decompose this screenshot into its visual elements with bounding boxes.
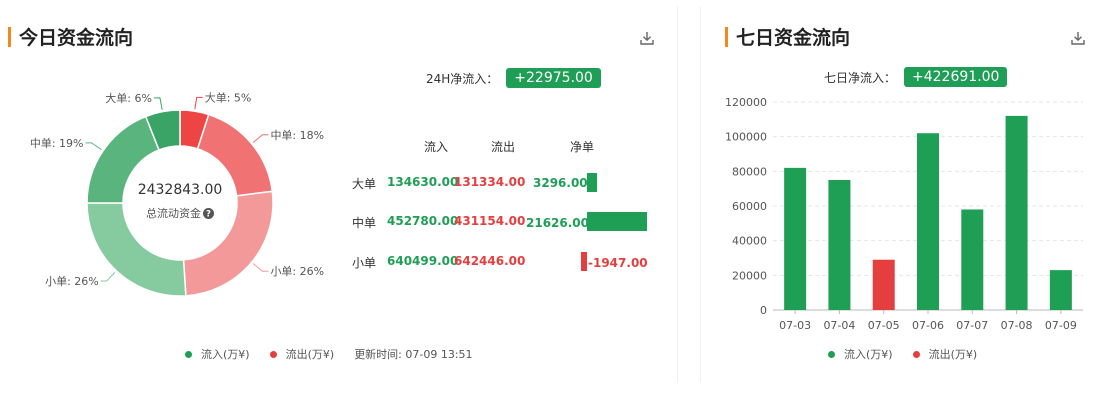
donut-slice-label: 大单: 6%	[105, 91, 152, 105]
x-tick-label: 07-04	[823, 319, 855, 332]
x-tick-label: 07-07	[956, 319, 988, 332]
legend-inflow-label: 流入(万¥)	[844, 348, 893, 361]
title-accent-bar	[8, 26, 11, 47]
donut-label-line	[252, 263, 269, 272]
legend-inflow-dot	[828, 350, 835, 358]
small-inflow: 640499.00	[387, 254, 459, 268]
x-tick-label: 07-05	[868, 319, 900, 332]
net-bar[interactable]	[587, 212, 647, 231]
net-inflow-24h: 24H净流入： +22975.00	[426, 68, 601, 88]
donut-label-line	[153, 97, 163, 110]
col-header-out: 流出	[491, 140, 516, 154]
net-bars-chart	[581, 173, 647, 271]
panel-divider	[700, 6, 701, 382]
row-label-large: 大单	[352, 177, 377, 191]
donut-slice-label: 中单: 18%	[270, 129, 324, 142]
legend-inflow-dot	[185, 350, 192, 358]
x-tick-label: 07-08	[1001, 319, 1033, 332]
legend-inflow-label: 流入(万¥)	[201, 348, 250, 361]
net-inflow-badge: +422691.00	[904, 67, 1008, 87]
svg-text:?: ?	[206, 209, 211, 218]
donut-caption-wrap: 总流动资金 ?	[120, 205, 240, 221]
donut-label-line	[85, 142, 102, 151]
day-bar[interactable]	[1049, 270, 1072, 310]
download-icon[interactable]	[639, 30, 655, 46]
question-circle-icon[interactable]: ?	[203, 207, 214, 219]
row-label-medium: 中单	[352, 216, 377, 230]
panel-title: 七日资金流向	[725, 23, 850, 50]
large-inflow: 134630.00	[387, 175, 459, 189]
medium-inflow: 452780.00	[387, 214, 459, 228]
day-bar[interactable]	[961, 209, 984, 310]
legend-inflow[interactable]: 流入(万¥)	[828, 346, 893, 362]
seven-day-bar-chart: 0 20000 40000 60000 80000 100000 120000 07-03 07…	[725, 96, 1083, 332]
y-tick-label: 60000	[732, 200, 767, 213]
net-inflow-7d: 七日净流入： +422691.00	[824, 67, 1008, 87]
donut-label-line	[252, 134, 269, 143]
donut-slice-label: 小单: 26%	[270, 265, 324, 278]
title-accent-bar	[725, 26, 728, 47]
donut-label-line	[100, 271, 116, 282]
net-bar[interactable]	[587, 173, 597, 192]
download-icon[interactable]	[1070, 30, 1086, 46]
y-tick-label: 80000	[732, 165, 767, 178]
legend-outflow-label: 流出(万¥)	[928, 348, 978, 361]
y-tick-label: 0	[760, 304, 767, 317]
seven-day-flow-title: 七日资金流向	[736, 27, 851, 49]
today-flow-panel: 今日资金流向 24H净流入： +22975.00 大单: 5% 中单: 18% 小单…	[0, 0, 680, 419]
left-legend: 流入(万¥) 流出(万¥) 更新时间: 07-09 13:51	[185, 346, 473, 362]
donut-slice-label: 小单: 26%	[45, 275, 99, 288]
legend-outflow-dot	[912, 350, 920, 358]
net-bar[interactable]	[581, 252, 587, 271]
medium-outflow: 431154.00	[454, 214, 526, 228]
day-bar[interactable]	[784, 167, 807, 310]
donut-label-line	[194, 96, 203, 110]
donut-slice-label: 中单: 19%	[30, 137, 84, 150]
y-tick-label: 40000	[732, 235, 767, 248]
legend-outflow-label: 流出(万¥)	[285, 348, 335, 361]
update-time: 更新时间: 07-09 13:51	[354, 348, 473, 361]
day-bar[interactable]	[917, 133, 939, 310]
row-label-small: 小单	[352, 256, 377, 270]
legend-inflow[interactable]: 流入(万¥)	[185, 346, 250, 362]
donut-caption: 总流动资金	[146, 207, 201, 220]
day-bar[interactable]	[828, 180, 851, 310]
seven-day-flow-panel: 七日资金流向 七日净流入： +422691.00 0 20000 40000 6000…	[703, 0, 1105, 419]
x-tick-label: 07-09	[1045, 319, 1077, 332]
legend-outflow[interactable]: 流出(万¥)	[269, 346, 335, 362]
net-inflow-label: 七日净流入：	[824, 70, 897, 85]
net-inflow-badge: +22975.00	[506, 68, 601, 88]
y-tick-label: 100000	[725, 131, 767, 144]
y-tick-label: 20000	[732, 269, 767, 282]
donut-slice-label: 大单: 5%	[205, 90, 252, 104]
net-inflow-label: 24H净流入：	[426, 71, 499, 86]
col-header-in: 流入	[424, 140, 449, 154]
legend-outflow[interactable]: 流出(万¥)	[912, 346, 978, 362]
donut-total: 2432843.00	[137, 182, 223, 198]
day-bar[interactable]	[872, 259, 895, 310]
y-tick-label: 120000	[725, 96, 767, 109]
small-outflow: 642446.00	[454, 254, 526, 268]
day-bar[interactable]	[1005, 115, 1028, 310]
legend-outflow-dot	[269, 350, 277, 358]
large-outflow: 131334.00	[454, 175, 526, 189]
col-header-net: 净单	[570, 140, 595, 154]
x-tick-label: 07-03	[779, 319, 811, 332]
right-legend: 流入(万¥) 流出(万¥)	[828, 346, 997, 362]
x-tick-label: 07-06	[912, 319, 944, 332]
